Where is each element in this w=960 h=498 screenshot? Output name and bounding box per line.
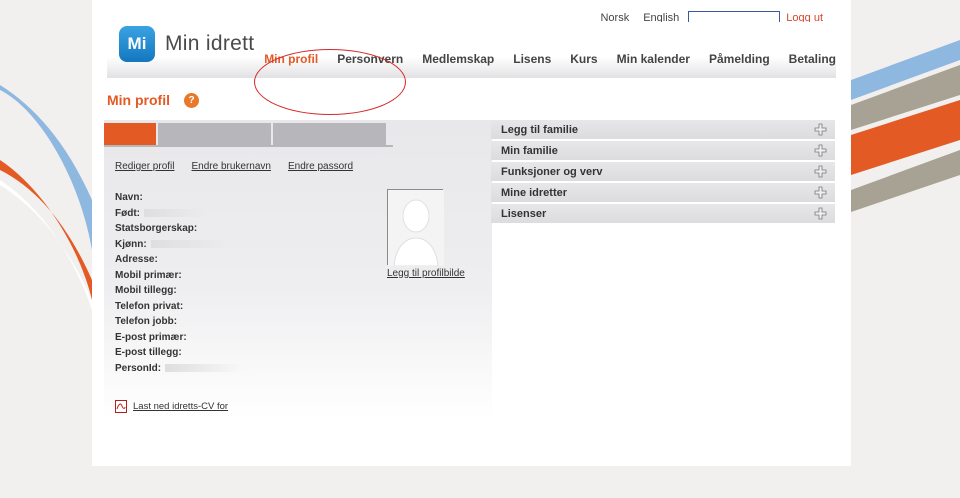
field-label: Telefon jobb:: [115, 316, 178, 327]
field-row: E-post primær:: [115, 330, 243, 346]
field-label: Mobil primær:: [115, 269, 182, 281]
field-label: PersonId:: [115, 362, 162, 374]
accordion-item-min-familie[interactable]: Min familie: [491, 141, 835, 160]
plus-icon: [814, 207, 827, 220]
tab-underline: [104, 145, 393, 147]
profile-tab-3[interactable]: [273, 123, 386, 145]
title-row: Min profil ?: [107, 92, 199, 108]
redacted-value: [144, 208, 204, 217]
accordion-item-mine-idretter[interactable]: Mine idretter: [491, 183, 835, 202]
nav-item-betaling[interactable]: Betaling: [789, 52, 836, 66]
field-row: Navn:: [115, 190, 243, 206]
download-cv[interactable]: Last ned idretts-CV for: [115, 400, 228, 413]
nav-item-kurs[interactable]: Kurs: [570, 52, 597, 66]
field-row: Kjønn:: [115, 237, 243, 253]
profile-tabs: [104, 123, 388, 145]
help-icon[interactable]: ?: [184, 92, 199, 108]
download-cv-link[interactable]: Last ned idretts-CV for: [133, 401, 228, 412]
accordion-item-legg-til-familie[interactable]: Legg til familie: [491, 120, 835, 139]
field-row: Statsborgerskap:: [115, 221, 243, 237]
person-silhouette-icon: [388, 190, 444, 267]
plus-icon: [814, 186, 827, 199]
field-label: Adresse:: [115, 254, 158, 265]
field-row: Adresse:: [115, 252, 243, 268]
profile-photo-placeholder[interactable]: [387, 189, 444, 267]
redacted-value: [150, 239, 231, 248]
profile-fields: Navn: Født: Statsborgerskap: Kjønn: Adre…: [115, 190, 244, 377]
accordion-label: Mine idretter: [501, 186, 568, 199]
field-row: Telefon privat:: [115, 299, 243, 315]
page-title: Min profil: [107, 92, 170, 108]
logo-badge: Mi: [119, 26, 155, 62]
profile-actions: Rediger profil Endre brukernavn Endre pa…: [115, 161, 370, 172]
nav-item-medlemskap[interactable]: Medlemskap: [422, 52, 494, 66]
field-label: Kjønn:: [115, 238, 147, 250]
profile-tab-2[interactable]: [158, 123, 271, 145]
nav-item-min-kalender[interactable]: Min kalender: [617, 52, 690, 66]
pdf-icon: [115, 400, 127, 413]
accordion-label: Legg til familie: [501, 123, 579, 136]
profile-tab-1[interactable]: [104, 123, 156, 145]
change-username-link[interactable]: Endre brukernavn: [191, 161, 271, 172]
field-label: E-post tillegg:: [115, 347, 182, 358]
plus-icon: [814, 144, 827, 157]
nav-item-pamelding[interactable]: Påmelding: [709, 52, 770, 66]
add-profile-photo-link[interactable]: Legg til profilbilde: [387, 268, 465, 279]
accordion-item-lisenser[interactable]: Lisenser: [491, 204, 835, 223]
accordion-label: Funksjoner og verv: [501, 165, 603, 178]
field-label: Navn:: [115, 192, 143, 203]
plus-icon: [814, 165, 827, 178]
field-row: Født:: [115, 206, 243, 222]
nav-item-lisens[interactable]: Lisens: [513, 52, 551, 66]
field-row: Telefon jobb:: [115, 314, 243, 330]
accordion: Legg til familie Min familie Funksjoner …: [491, 120, 835, 225]
redacted-value: [165, 363, 244, 372]
field-label: Telefon privat:: [115, 300, 184, 312]
field-row: Mobil tillegg:: [115, 283, 243, 299]
field-label: Mobil tillegg:: [115, 285, 177, 296]
change-password-link[interactable]: Endre passord: [288, 161, 353, 172]
field-label: Statsborgerskap:: [115, 223, 198, 234]
edit-profile-link[interactable]: Rediger profil: [115, 161, 174, 172]
field-label: Født:: [115, 207, 140, 219]
annotation-circle: [254, 49, 406, 115]
plus-icon: [814, 123, 827, 136]
accordion-item-funksjoner-og-verv[interactable]: Funksjoner og verv: [491, 162, 835, 181]
logo[interactable]: Mi Min idrett: [119, 26, 254, 62]
field-row: PersonId:: [115, 361, 244, 377]
accordion-label: Min familie: [501, 144, 558, 157]
accordion-label: Lisenser: [501, 207, 547, 220]
field-label: E-post primær:: [115, 331, 187, 343]
main-page: Norsk English Logg ut Mi Min idrett Min …: [92, 0, 851, 466]
header: Mi Min idrett Min profil Personvern Medl…: [107, 22, 836, 115]
field-row: Mobil primær:: [115, 268, 243, 284]
profile-panel: Rediger profil Endre brukernavn Endre pa…: [104, 120, 492, 420]
field-row: E-post tillegg:: [115, 345, 243, 361]
logo-text: Min idrett: [165, 32, 255, 55]
